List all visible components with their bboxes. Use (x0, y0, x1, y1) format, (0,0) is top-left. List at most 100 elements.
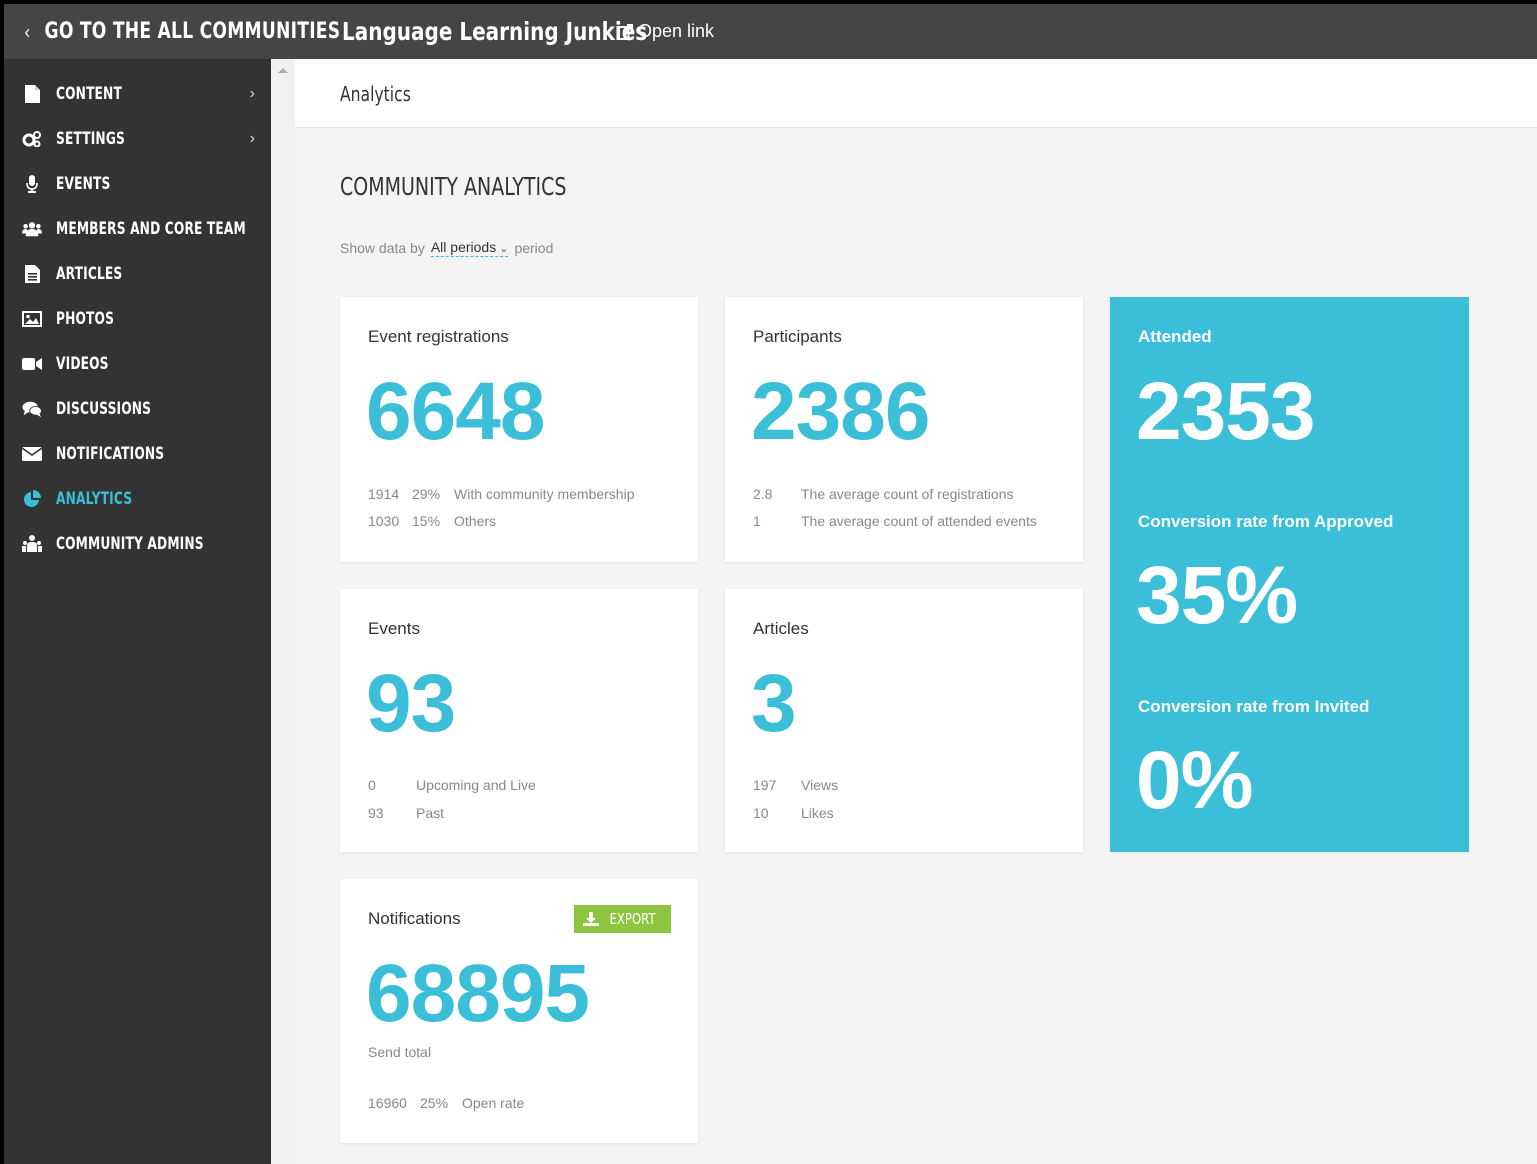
sidebar-item-label: DISCUSSIONS (56, 398, 152, 419)
card-title: Event registrations (368, 327, 509, 346)
stat-label: The average count of registrations (801, 486, 1014, 502)
sitemap-icon (22, 535, 42, 553)
sidebar-item-discussions[interactable]: DISCUSSIONS (4, 386, 271, 431)
sidebar-item-events[interactable]: EVENTS (4, 161, 271, 206)
users-icon (22, 220, 42, 238)
gears-icon (22, 130, 42, 148)
sidebar-item-analytics[interactable]: ANALYTICS (4, 476, 271, 521)
card-title: Participants (753, 327, 842, 346)
sidebar-item-content[interactable]: CONTENT › (4, 71, 271, 116)
card-title: Articles (753, 619, 809, 638)
stat-count: 93 (368, 805, 384, 821)
open-link-label: Open link (638, 21, 715, 41)
filter-suffix: period (514, 240, 554, 256)
file-icon (22, 85, 42, 103)
invited-rate-label: Conversion rate from Invited (1138, 697, 1370, 716)
stat-row: 1 The average count of attended events (753, 513, 1037, 529)
back-to-communities-link[interactable]: ‹ GO TO THE ALL COMMUNITIES (24, 4, 340, 59)
stat-label: Past (416, 805, 445, 821)
sidebar-item-members[interactable]: MEMBERS AND CORE TEAM (4, 206, 271, 251)
stat-label: The average count of attended events (801, 513, 1037, 529)
export-button[interactable]: EXPORT (574, 905, 671, 933)
sidebar-item-settings[interactable]: SETTINGS › (4, 116, 271, 161)
stat-count: 10 (753, 805, 769, 821)
sidebar-item-label: CONTENT (56, 83, 122, 104)
card-value: 93 (366, 658, 456, 749)
document-icon (22, 265, 42, 283)
participants-card: Participants 2386 2.8 The average count … (725, 297, 1083, 562)
sidebar-item-label: ARTICLES (56, 263, 123, 284)
sidebar-item-label: SETTINGS (56, 128, 125, 149)
download-icon (582, 912, 599, 926)
sidebar: CONTENT › SETTINGS › EVENTS MEMBERS AND … (4, 59, 271, 1164)
card-value: 3 (751, 658, 797, 749)
back-label: GO TO THE ALL COMMUNITIES (44, 19, 341, 44)
scroll-up-arrow-icon[interactable] (278, 68, 288, 73)
stat-row: 10 Likes (753, 805, 834, 821)
pie-chart-icon (22, 490, 42, 508)
filter-prefix: Show data by (340, 240, 425, 256)
chevron-left-icon: ‹ (24, 19, 31, 44)
external-link-icon (616, 23, 633, 40)
envelope-icon (22, 445, 42, 463)
sidebar-scrollbar[interactable] (271, 59, 295, 1164)
stat-label: Others (454, 513, 497, 529)
stat-row: 0 Upcoming and Live (368, 777, 536, 793)
main-content: Analytics COMMUNITY ANALYTICS Show data … (295, 59, 1537, 1164)
attended-card: Attended 2353 Conversion rate from Appro… (1110, 297, 1469, 852)
stat-label: Likes (801, 805, 834, 821)
stat-row: 2.8 The average count of registrations (753, 486, 1013, 502)
sidebar-item-label: EVENTS (56, 173, 111, 194)
period-filter: Show data by All periods ⌄ period (340, 239, 553, 257)
export-label: EXPORT (609, 910, 656, 928)
chevron-down-icon: ⌄ (499, 243, 509, 255)
event-registrations-card: Event registrations 6648 1914 29% With c… (340, 297, 698, 562)
stat-percent: 25% (420, 1095, 449, 1111)
stat-percent: 29% (412, 486, 441, 502)
sidebar-item-label: ANALYTICS (56, 488, 133, 509)
card-value: 6648 (366, 366, 545, 457)
sidebar-item-notifications[interactable]: NOTIFICATIONS (4, 431, 271, 476)
card-value: 2386 (751, 366, 930, 457)
stat-row: 1030 15% Others (368, 513, 496, 529)
sidebar-item-label: VIDEOS (56, 353, 109, 374)
stat-percent: 15% (412, 513, 441, 529)
open-link[interactable]: Open link (616, 4, 714, 59)
comments-icon (22, 400, 42, 418)
articles-card: Articles 3 197 Views 10 Likes (725, 589, 1083, 852)
sidebar-item-photos[interactable]: PHOTOS (4, 296, 271, 341)
sidebar-item-label: NOTIFICATIONS (56, 443, 165, 464)
stat-label: Open rate (462, 1095, 525, 1111)
chevron-right-icon: › (249, 129, 255, 147)
sub-header: Analytics (295, 59, 1537, 128)
sidebar-item-articles[interactable]: ARTICLES (4, 251, 271, 296)
chevron-right-icon: › (249, 84, 255, 102)
stat-count: 1914 (368, 486, 400, 502)
video-camera-icon (22, 355, 42, 373)
stat-label: With community membership (454, 486, 635, 502)
stat-count: 1030 (368, 513, 400, 529)
approved-rate-label: Conversion rate from Approved (1138, 512, 1394, 531)
card-title: Attended (1138, 327, 1212, 346)
community-name: Language Learning Junkies (342, 17, 648, 46)
send-total-label: Send total (368, 1044, 432, 1060)
image-icon (22, 310, 42, 328)
period-select-value: All periods (430, 239, 497, 255)
page-title: COMMUNITY ANALYTICS (340, 172, 567, 201)
sidebar-item-label: COMMUNITY ADMINS (56, 533, 204, 554)
period-select[interactable]: All periods ⌄ (430, 239, 509, 257)
stat-count: 16960 (368, 1095, 407, 1111)
stat-count: 0 (368, 777, 376, 793)
card-title: Notifications (368, 909, 461, 928)
sidebar-item-community-admins[interactable]: COMMUNITY ADMINS (4, 521, 271, 566)
stat-row: 197 Views (753, 777, 838, 793)
stat-count: 197 (753, 777, 777, 793)
breadcrumb: Analytics (340, 82, 411, 106)
sidebar-item-label: PHOTOS (56, 308, 115, 329)
stat-row: 93 Past (368, 805, 444, 821)
microphone-icon (22, 175, 42, 193)
stat-label: Upcoming and Live (416, 777, 536, 793)
events-card: Events 93 0 Upcoming and Live 93 Past (340, 589, 698, 852)
sidebar-item-videos[interactable]: VIDEOS (4, 341, 271, 386)
stat-label: Views (801, 777, 839, 793)
